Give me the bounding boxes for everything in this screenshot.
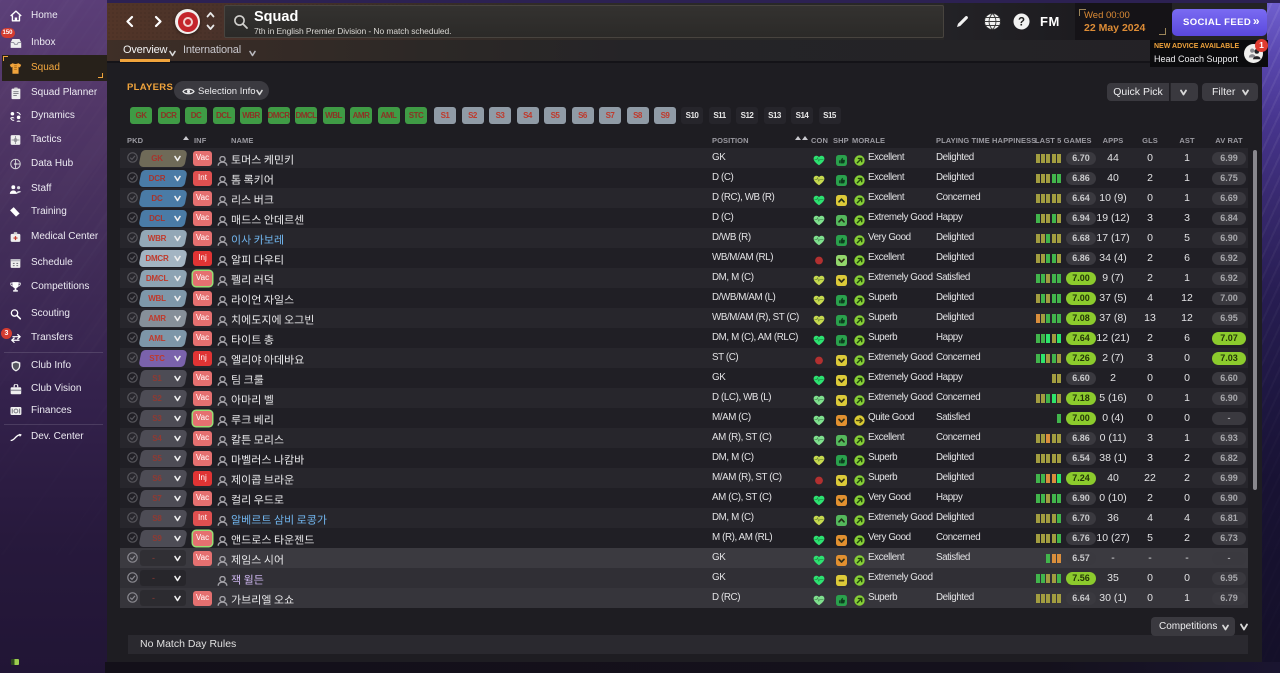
svg-text:?: ?: [1018, 17, 1025, 29]
